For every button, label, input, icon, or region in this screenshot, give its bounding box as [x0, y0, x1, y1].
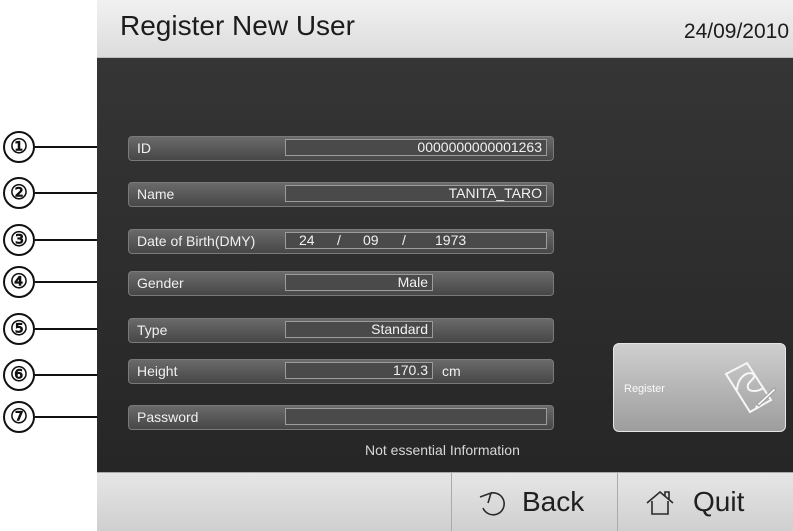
callout-number: ⑥	[3, 359, 35, 391]
back-arrow-icon	[479, 491, 505, 516]
callout-number: ①	[3, 131, 35, 163]
callout-number: ⑤	[3, 313, 35, 345]
height-row: Height 170.3 cm	[128, 359, 554, 384]
back-label: Back	[522, 486, 585, 517]
bottom-navigation: Back Quit	[97, 472, 793, 531]
type-label: Type	[137, 322, 168, 338]
title-bar: Register New User 24/09/2010	[97, 0, 793, 58]
quit-label: Quit	[693, 486, 745, 517]
gender-select[interactable]: Male	[285, 274, 433, 291]
callout-number: ③	[3, 224, 35, 256]
register-label: Register	[624, 383, 665, 395]
dob-label: Date of Birth(DMY)	[137, 233, 256, 249]
gender-row: Gender Male	[128, 271, 554, 296]
password-field[interactable]	[285, 408, 547, 425]
back-button[interactable]: Back	[452, 473, 617, 531]
id-field[interactable]: 0000000000001263	[285, 139, 547, 156]
id-row: ID 0000000000001263	[128, 136, 554, 161]
height-unit: cm	[442, 363, 461, 379]
dob-separator: /	[402, 232, 406, 248]
device-screen: Register New User 24/09/2010 ID 00000000…	[97, 0, 793, 531]
dob-month[interactable]: 09	[363, 233, 379, 248]
password-row: Password	[128, 405, 554, 430]
page-title: Register New User	[120, 10, 355, 41]
callouts: ① ② ③ ④ ⑤ ⑥ ⑦	[0, 0, 130, 531]
dob-field[interactable]: 24 / 09 / 1973	[285, 232, 547, 249]
dob-row: Date of Birth(DMY) 24 / 09 / 1973	[128, 229, 554, 254]
type-select[interactable]: Standard	[285, 321, 433, 338]
home-icon	[646, 490, 674, 515]
optional-note: Not essential Information	[365, 442, 520, 458]
callout-number: ④	[3, 266, 35, 298]
gender-label: Gender	[137, 275, 184, 291]
password-label: Password	[137, 409, 199, 425]
id-label: ID	[137, 140, 151, 156]
register-button[interactable]: Register	[613, 343, 786, 432]
quit-button[interactable]: Quit	[618, 473, 793, 531]
name-row: Name TANITA_TARO	[128, 182, 554, 207]
height-label: Height	[137, 363, 178, 379]
registration-panel: ID 0000000000001263 Name TANITA_TARO Dat…	[97, 58, 793, 472]
signature-pen-icon	[724, 361, 777, 414]
dob-separator: /	[337, 232, 341, 248]
date-label: 24/09/2010	[683, 20, 789, 43]
name-label: Name	[137, 186, 175, 202]
dob-day[interactable]: 24	[299, 233, 315, 248]
callout-number: ②	[3, 177, 35, 209]
type-row: Type Standard	[128, 318, 554, 343]
callout-number: ⑦	[3, 401, 35, 433]
dob-year[interactable]: 1973	[435, 233, 466, 248]
height-field[interactable]: 170.3	[285, 362, 433, 379]
name-field[interactable]: TANITA_TARO	[285, 185, 547, 202]
